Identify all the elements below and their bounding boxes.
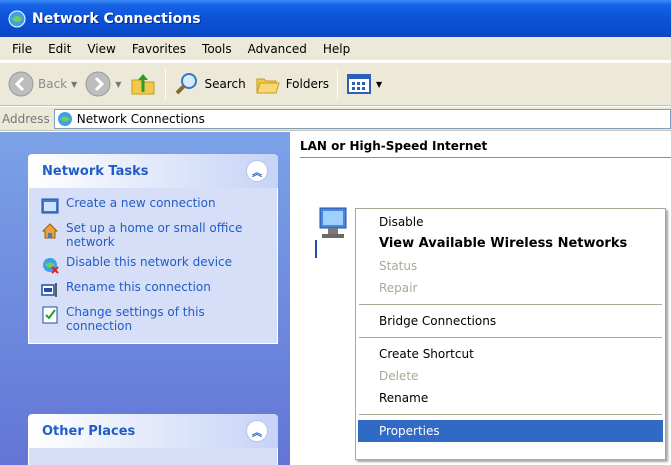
forward-arrow-icon — [85, 71, 111, 97]
network-tasks-list: Create a new connection Set up a home or… — [28, 188, 278, 344]
back-dropdown-icon[interactable]: ▼ — [71, 80, 77, 89]
title-bar[interactable]: Network Connections — [0, 0, 671, 37]
network-connections-icon — [57, 111, 72, 126]
network-tasks-header[interactable]: Network Tasks ︽ — [28, 154, 278, 188]
up-folder-icon — [131, 74, 155, 95]
task-setup-home-network[interactable]: Set up a home or small office network — [41, 221, 267, 249]
menu-separator — [359, 337, 662, 338]
search-icon — [176, 73, 198, 95]
menu-separator — [359, 304, 662, 305]
network-tasks-title: Network Tasks — [42, 163, 149, 179]
window-title: Network Connections — [32, 10, 201, 27]
search-label: Search — [204, 77, 246, 91]
folders-label: Folders — [285, 77, 330, 91]
ctx-delete: Delete — [379, 369, 419, 383]
menu-view[interactable]: View — [79, 38, 123, 60]
address-bar: Address Network Connections — [0, 107, 671, 131]
settings-checklist-icon — [42, 306, 58, 324]
other-places-header[interactable]: Other Places ︽ — [28, 414, 278, 448]
search-button[interactable]: Search — [170, 67, 249, 101]
ctx-rename[interactable]: Rename — [358, 387, 663, 409]
task-label: Create a new connection — [66, 196, 216, 210]
task-disable-device[interactable]: Disable this network device — [41, 255, 267, 274]
menu-file[interactable]: File — [4, 38, 40, 60]
ctx-bridge-connections[interactable]: Bridge Connections — [358, 310, 663, 332]
views-dropdown-icon[interactable]: ▼ — [376, 80, 382, 89]
network-tasks-panel: Network Tasks ︽ Create a new connection … — [28, 154, 278, 344]
menu-advanced[interactable]: Advanced — [240, 38, 315, 60]
menu-edit[interactable]: Edit — [40, 38, 79, 60]
menu-help[interactable]: Help — [315, 38, 358, 60]
task-label: Disable this network device — [66, 255, 233, 269]
ctx-status: Status — [379, 259, 418, 273]
network-connections-icon — [8, 10, 26, 27]
back-label: Back — [38, 77, 68, 91]
task-label: Rename this connection — [66, 280, 211, 294]
disable-device-icon — [43, 258, 59, 274]
collapse-chevron-icon[interactable]: ︽ — [246, 420, 268, 442]
folders-button[interactable]: Folders — [250, 67, 333, 101]
forward-button[interactable]: ▼ — [81, 67, 125, 101]
back-arrow-icon — [8, 71, 34, 97]
other-places-list — [28, 448, 278, 465]
task-create-connection[interactable]: Create a new connection — [41, 196, 267, 215]
task-label: Change settings of this connection — [66, 305, 205, 333]
folders-icon — [256, 78, 280, 94]
task-rename-connection[interactable]: Rename this connection — [41, 280, 267, 299]
task-label: Set up a home or small office network — [66, 221, 243, 249]
menu-tools[interactable]: Tools — [194, 38, 240, 60]
context-menu: Disable View Available Wireless Networks… — [355, 208, 666, 460]
ctx-create-shortcut[interactable]: Create Shortcut — [358, 343, 663, 365]
menu-favorites[interactable]: Favorites — [124, 38, 194, 60]
home-network-icon — [41, 223, 59, 239]
task-change-settings[interactable]: Change settings of this connection — [41, 305, 267, 333]
toolbar-separator — [337, 69, 339, 99]
address-value: Network Connections — [76, 111, 205, 126]
other-places-title: Other Places — [42, 423, 136, 439]
rename-icon — [41, 283, 57, 297]
views-button[interactable]: ▼ — [342, 67, 386, 101]
ctx-view-wireless-networks[interactable]: View Available Wireless Networks — [358, 233, 663, 255]
menu-separator — [359, 414, 662, 415]
toolbar-separator — [165, 69, 167, 99]
menu-bar: File Edit View Favorites Tools Advanced … — [0, 37, 671, 61]
ctx-properties[interactable]: Properties — [358, 420, 663, 442]
other-places-panel: Other Places ︽ — [28, 414, 278, 465]
ctx-repair: Repair — [379, 281, 418, 295]
new-connection-icon — [41, 198, 59, 214]
toolbar: Back ▼ ▼ Search Folders ▼ — [0, 62, 671, 106]
task-pane: Network Tasks ︽ Create a new connection … — [0, 132, 290, 465]
back-button[interactable]: Back ▼ — [4, 67, 81, 101]
collapse-chevron-icon[interactable]: ︽ — [246, 160, 268, 182]
address-input[interactable]: Network Connections — [53, 108, 671, 129]
views-icon — [347, 74, 372, 94]
ctx-disable[interactable]: Disable — [358, 211, 663, 233]
group-header: LAN or High-Speed Internet — [300, 134, 671, 158]
up-folder-button[interactable] — [125, 67, 161, 101]
forward-dropdown-icon[interactable]: ▼ — [115, 80, 121, 89]
address-label: Address — [2, 111, 50, 126]
wireless-connection-icon[interactable] — [310, 202, 356, 258]
